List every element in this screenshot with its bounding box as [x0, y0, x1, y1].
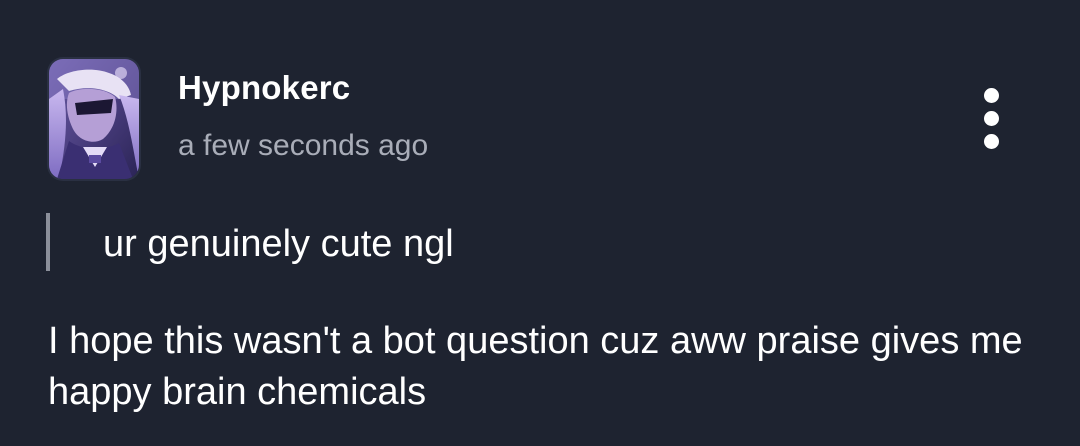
post-card: Hypnokerc a few seconds ago ur genuinely…	[0, 0, 1080, 446]
username[interactable]: Hypnokerc	[178, 68, 350, 108]
user-avatar[interactable]	[49, 59, 139, 179]
menu-dot	[984, 134, 999, 149]
avatar-image	[49, 59, 139, 179]
reply-text: I hope this wasn't a bot question cuz aw…	[48, 320, 1023, 413]
menu-dot	[984, 88, 999, 103]
post-timestamp: a few seconds ago	[178, 129, 429, 162]
quote-bar	[46, 213, 50, 271]
quoted-text: ur genuinely cute ngl	[103, 223, 454, 265]
menu-dot	[984, 111, 999, 126]
kebab-menu-icon[interactable]	[970, 82, 1014, 156]
quoted-message: ur genuinely cute ngl	[46, 213, 746, 271]
